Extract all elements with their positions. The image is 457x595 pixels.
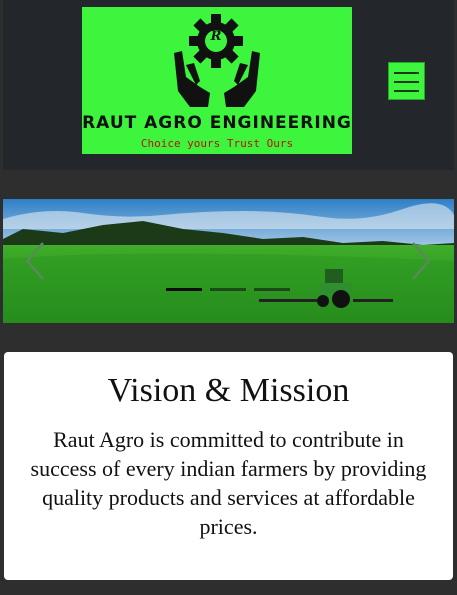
chevron-left-icon [25,242,44,280]
brand-name: RAUT AGRO ENGINEERING [82,113,352,133]
section-text: Raut Agro is committed to contribute in … [30,427,427,539]
emblem-letter: R [210,29,222,44]
vision-mission-card: Vision & Mission Raut Agro is committed … [4,352,453,580]
menu-toggle-button[interactable] [388,62,425,100]
hamburger-menu-icon [394,72,419,74]
carousel-indicator[interactable] [166,288,202,291]
chevron-right-icon [412,242,431,280]
hamburger-bar [394,90,419,92]
brand-tagline: Choice yours Trust Ours [140,137,294,150]
farm-field-tractor-image [3,199,454,323]
carousel-indicator[interactable] [254,288,290,291]
section-title: Vision & Mission [107,372,350,409]
brand-logo[interactable]: R RAUT AGRO ENGINEERING Choice yours Tru… [82,7,352,154]
hero-carousel[interactable] [3,199,454,323]
gear-hands-emblem-icon [174,14,260,107]
site-header: R RAUT AGRO ENGINEERING Choice yours Tru… [3,0,454,170]
carousel-prev-button[interactable] [21,239,51,283]
carousel-indicator[interactable] [210,288,246,291]
hamburger-bar [394,81,419,83]
carousel-next-button[interactable] [405,239,435,283]
